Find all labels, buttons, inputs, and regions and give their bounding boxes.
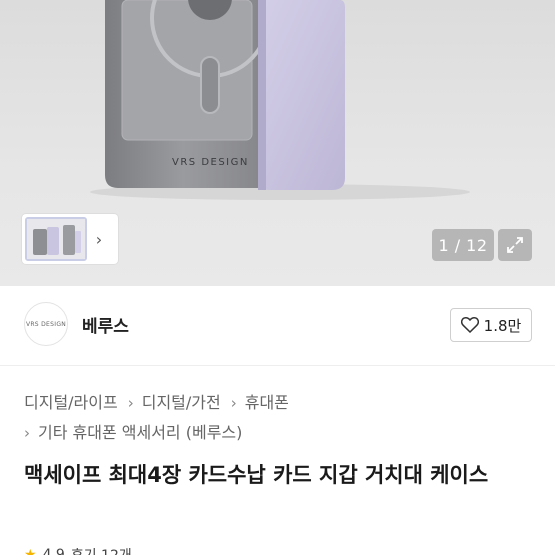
breadcrumb-row: › 기타 휴대폰 액세서리 (베루스) [24, 418, 544, 448]
chevron-right-icon: › [24, 424, 30, 442]
star-icon: ★ [24, 547, 37, 555]
chevron-right-icon: › [127, 394, 134, 412]
seller-avatar[interactable]: VRS DESIGN [24, 302, 68, 346]
case-brand-text: VRS DESIGN [172, 157, 249, 168]
chevron-right-icon: › [230, 394, 237, 412]
review-count: 후기 12개 [71, 545, 132, 555]
avatar-logo-text: VRS DESIGN [25, 320, 67, 328]
expand-arrows-icon [507, 237, 523, 253]
rating-summary[interactable]: ★ 4.9 후기 12개 [24, 545, 132, 555]
thumbnail-strip[interactable]: › [22, 214, 118, 264]
thumbnail-image[interactable] [25, 217, 87, 261]
product-image-gallery[interactable]: VRS DESIGN › 1 / 12 [0, 0, 555, 286]
breadcrumb-row: 디지털/라이프 › 디지털/가전 › 휴대폰 [24, 388, 544, 418]
breadcrumb: 디지털/라이프 › 디지털/가전 › 휴대폰 › 기타 휴대폰 액세서리 (베루… [24, 388, 544, 448]
like-count: 1.8만 [483, 316, 522, 335]
seller-section: VRS DESIGN 베루스 1.8만 [0, 286, 555, 366]
breadcrumb-item[interactable]: 디지털/라이프 [24, 388, 118, 418]
product-title: 맥세이프 최대4장 카드수납 카드 지갑 거치대 케이스 [24, 463, 489, 487]
heart-icon [460, 317, 479, 333]
seller-name[interactable]: 베루스 [82, 312, 129, 337]
expand-button[interactable] [498, 229, 532, 261]
image-counter: 1 / 12 [432, 229, 494, 261]
breadcrumb-item[interactable]: 디지털/가전 [142, 388, 221, 418]
breadcrumb-item[interactable]: 휴대폰 [245, 388, 289, 418]
rating-score: 4.9 [42, 547, 65, 555]
chevron-right-icon[interactable]: › [87, 217, 111, 261]
like-button[interactable]: 1.8만 [450, 308, 532, 342]
breadcrumb-item[interactable]: 기타 휴대폰 액세서리 (베루스) [38, 418, 242, 448]
